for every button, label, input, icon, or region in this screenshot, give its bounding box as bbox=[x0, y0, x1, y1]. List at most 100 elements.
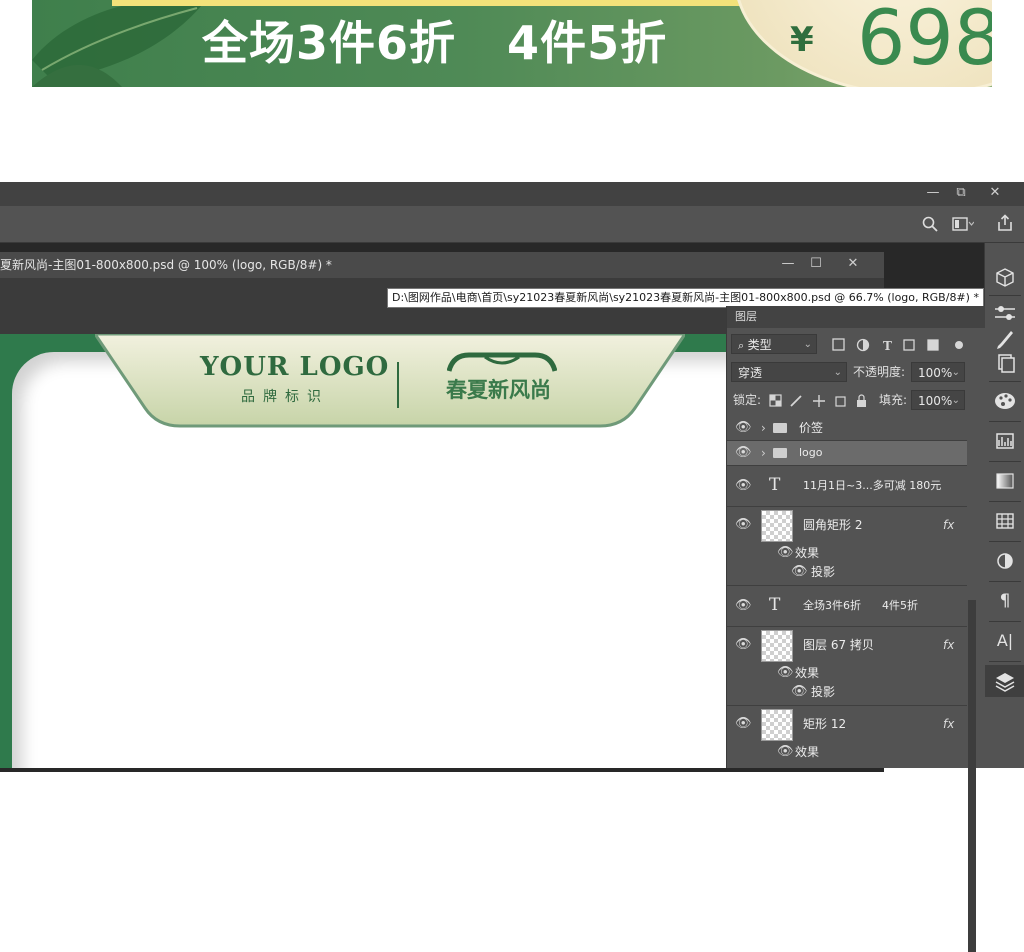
logo-tab-shape bbox=[95, 334, 685, 428]
layers-scrollbar[interactable] bbox=[968, 600, 976, 952]
layer-row-text-slogan[interactable]: 👁 T 全场3件6折 4件5折 bbox=[727, 586, 967, 627]
search-icon: ⌕ bbox=[738, 339, 748, 352]
app-titlebar: — ⧉ ✕ bbox=[0, 182, 1024, 206]
cube-icon[interactable] bbox=[985, 261, 1024, 293]
chevron-right-icon[interactable]: › bbox=[761, 443, 766, 463]
layer-name: 图层 67 拷贝 bbox=[803, 638, 874, 652]
visibility-eye-icon[interactable]: 👁 bbox=[735, 714, 752, 734]
paragraph-icon[interactable]: ¶ bbox=[985, 585, 1024, 617]
logo-divider bbox=[397, 362, 399, 408]
search-icon[interactable] bbox=[922, 216, 938, 232]
opacity-label: 不透明度: bbox=[853, 365, 906, 379]
opacity-value: 100% bbox=[918, 366, 953, 380]
document-canvas[interactable]: YOUR LOGO 品牌标识 春夏新风尚 bbox=[0, 334, 726, 768]
character-icon[interactable]: A| bbox=[985, 625, 1024, 657]
fx-icon[interactable]: fx bbox=[943, 635, 954, 655]
layer-filter-row: ⌕ 类型 ⌄ T bbox=[727, 334, 985, 356]
histogram-icon[interactable] bbox=[985, 425, 1024, 457]
brand-mark-text: 品牌标识 bbox=[241, 389, 329, 405]
lock-label: 锁定: bbox=[733, 393, 762, 407]
price-currency: ¥ bbox=[790, 20, 814, 60]
chevron-down-icon: ⌄ bbox=[951, 367, 960, 378]
visibility-eye-icon[interactable]: 👁 bbox=[777, 543, 794, 563]
price-value: 698 bbox=[857, 0, 992, 82]
layer-name: 11月1日~3...多可减 180元 bbox=[803, 479, 942, 492]
layer-filter-dropdown[interactable]: ⌕ 类型 ⌄ bbox=[731, 334, 817, 354]
visibility-eye-icon[interactable]: 👁 bbox=[777, 663, 794, 683]
visibility-eye-icon[interactable]: 👁 bbox=[777, 742, 794, 762]
table-icon[interactable] bbox=[985, 505, 1024, 537]
layers-icon[interactable] bbox=[985, 665, 1024, 697]
layers-panel-header: 图层 bbox=[727, 306, 985, 328]
visibility-eye-icon[interactable]: 👁 bbox=[735, 635, 752, 655]
fx-icon[interactable]: fx bbox=[943, 515, 954, 535]
leaf-decoration bbox=[32, 0, 202, 87]
lock-icons[interactable] bbox=[769, 394, 869, 408]
visibility-eye-icon[interactable]: 👁 bbox=[735, 515, 752, 535]
restore-button[interactable]: ⧉ bbox=[944, 182, 978, 206]
close-button[interactable]: ✕ bbox=[978, 182, 1012, 206]
doc-maximize-button[interactable]: ☐ bbox=[802, 253, 830, 277]
your-logo-text: YOUR LOGO bbox=[200, 352, 390, 382]
chevron-down-icon: ⌄ bbox=[833, 367, 842, 378]
layer-name: 圆角矩形 2 bbox=[803, 518, 863, 532]
visibility-eye-icon[interactable]: 👁 bbox=[735, 596, 752, 616]
text-layer-icon: T bbox=[769, 595, 781, 615]
fill-value: 100% bbox=[918, 394, 953, 408]
visibility-eye-icon[interactable]: 👁 bbox=[735, 418, 752, 438]
workspace-icon[interactable] bbox=[952, 217, 974, 231]
layer-thumbnail bbox=[761, 709, 793, 741]
right-panel-strip: ¶ A| bbox=[984, 243, 1024, 768]
effects-label: 效果 bbox=[795, 546, 820, 560]
folder-icon bbox=[773, 448, 787, 458]
layer-row-logo-group[interactable]: 👁 › logo bbox=[727, 441, 967, 466]
visibility-eye-icon[interactable]: 👁 bbox=[791, 562, 808, 582]
chevron-down-icon: ⌄ bbox=[951, 395, 960, 406]
effect-drop-shadow: 投影 bbox=[811, 685, 836, 699]
visibility-eye-icon[interactable]: 👁 bbox=[735, 443, 752, 463]
filter-icons[interactable]: T bbox=[831, 337, 981, 353]
visibility-eye-icon[interactable]: 👁 bbox=[791, 682, 808, 702]
fill-label: 填充: bbox=[879, 393, 908, 407]
file-path-tooltip: D:\图网作品\电商\首页\sy21023春夏新风尚\sy21023春夏新风尚-… bbox=[387, 288, 984, 308]
blend-row: 穿透 ⌄ 不透明度: 100% ⌄ bbox=[727, 362, 985, 384]
fx-icon[interactable]: fx bbox=[943, 714, 954, 734]
doc-close-button[interactable]: ✕ bbox=[838, 253, 868, 277]
layer-row-layer-67-copy[interactable]: 👁 图层 67 拷贝 fx 👁 效果 👁 投影 bbox=[727, 627, 967, 706]
layer-thumbnail bbox=[761, 630, 793, 662]
folder-icon bbox=[773, 423, 787, 433]
gradient-icon[interactable] bbox=[985, 465, 1024, 497]
document-title: 夏新风尚-主图01-800x800.psd @ 100% (logo, RGB/… bbox=[0, 258, 332, 272]
fill-input[interactable]: 100% ⌄ bbox=[911, 390, 965, 410]
layers-panel: 图层 ⌕ 类型 ⌄ T 穿透 ⌄ 不透明度: 100% ⌄ 锁定: 填充: 10… bbox=[726, 306, 985, 952]
layer-row-text-discount[interactable]: 👁 T 11月1日~3...多可减 180元 bbox=[727, 466, 967, 507]
layer-row-rect-12[interactable]: 👁 矩形 12 fx 👁 效果 bbox=[727, 706, 967, 768]
chevron-right-icon[interactable]: › bbox=[761, 418, 766, 438]
photoshop-window: — ⧉ ✕ 夏新风尚-主图01-800x800.psd @ 100% (logo… bbox=[0, 182, 1024, 952]
banner-slogan: 全场3件6折 4件5折 bbox=[202, 16, 668, 70]
layer-row-rounded-rect[interactable]: 👁 圆角矩形 2 fx 👁 效果 👁 投影 bbox=[727, 507, 967, 586]
layer-name: 矩形 12 bbox=[803, 717, 847, 731]
options-bar bbox=[0, 206, 1024, 243]
blend-mode-value: 穿透 bbox=[738, 366, 763, 380]
banner-accent-strip bbox=[112, 0, 792, 6]
blend-mode-dropdown[interactable]: 穿透 ⌄ bbox=[731, 362, 847, 382]
lock-row: 锁定: 填充: 100% ⌄ bbox=[727, 390, 985, 412]
visibility-eye-icon[interactable]: 👁 bbox=[735, 476, 752, 496]
layer-name: logo bbox=[799, 446, 823, 459]
filter-type-label: 类型 bbox=[747, 338, 772, 352]
doc-minimize-button[interactable]: — bbox=[774, 253, 802, 277]
tab-layers[interactable]: 图层 bbox=[735, 306, 757, 328]
layer-row-price-group[interactable]: 👁 › 价签 bbox=[727, 416, 967, 441]
document-titlebar[interactable]: 夏新风尚-主图01-800x800.psd @ 100% (logo, RGB/… bbox=[0, 252, 884, 278]
layer-thumbnail bbox=[761, 510, 793, 542]
share-icon[interactable] bbox=[996, 214, 1014, 232]
spring-summer-logo: 春夏新风尚 bbox=[446, 378, 551, 402]
tmall-arc-icon bbox=[447, 352, 557, 372]
effect-drop-shadow: 投影 bbox=[811, 565, 836, 579]
palette-icon[interactable] bbox=[985, 385, 1024, 417]
circle-half-icon[interactable] bbox=[985, 545, 1024, 577]
promo-banner: 全场3件6折 4件5折 ¥ 698 bbox=[32, 0, 992, 87]
opacity-input[interactable]: 100% ⌄ bbox=[911, 362, 965, 382]
copy-icon[interactable] bbox=[985, 347, 1024, 379]
